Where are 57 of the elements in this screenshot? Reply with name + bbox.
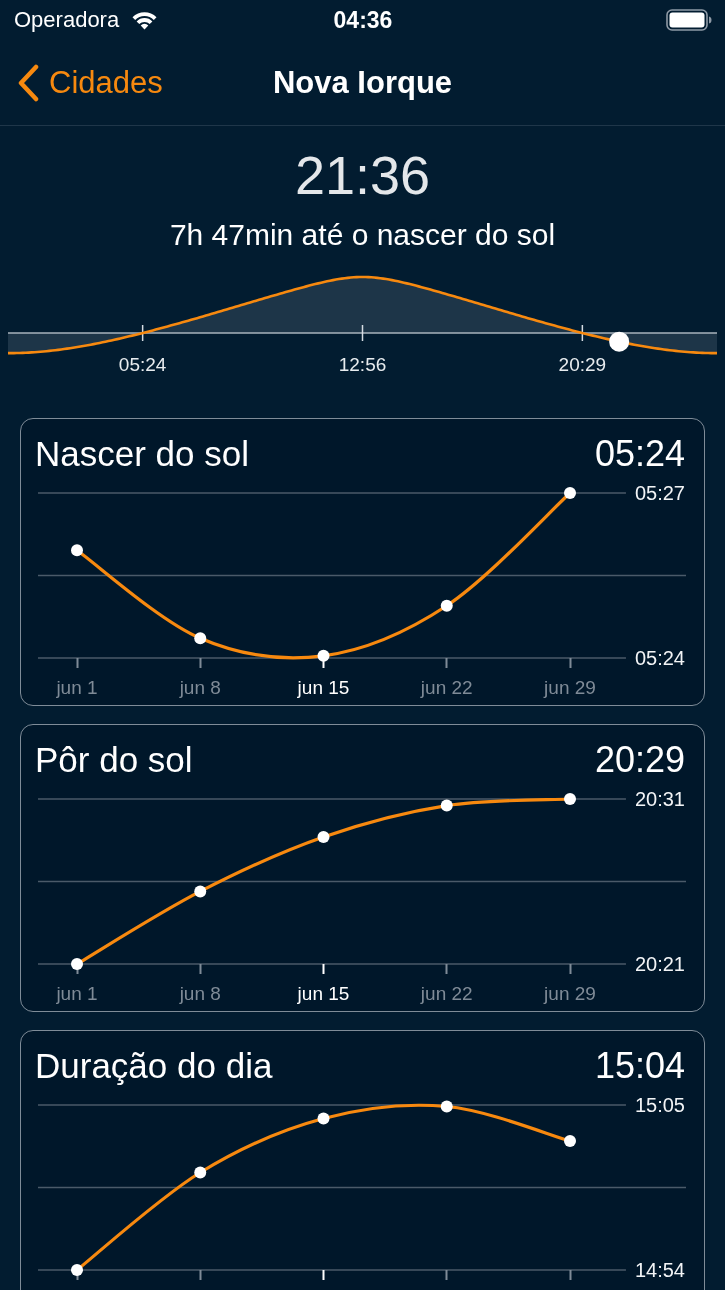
data-point (193, 884, 206, 897)
x-tick-mark (569, 657, 571, 668)
y-axis-label: 20:31 (634, 787, 685, 810)
x-tick-mark (199, 963, 201, 974)
time-label: 05:24 (118, 354, 167, 375)
clock-time: 04:36 (333, 6, 393, 34)
time-label: 20:29 (558, 354, 607, 375)
data-point (563, 486, 576, 499)
data-point (563, 792, 576, 805)
card-value: 15:04 (594, 1044, 685, 1088)
y-axis-label: 20:21 (634, 952, 685, 975)
x-tick-mark (199, 657, 201, 668)
data-point (440, 599, 453, 612)
card-title: Pôr do sol (35, 739, 193, 781)
y-axis-label: 05:24 (634, 646, 685, 669)
x-axis-label: jun 22 (420, 676, 473, 697)
data-point (440, 799, 453, 812)
x-axis-label: jun 15 (297, 676, 349, 697)
x-axis-label: jun 8 (179, 676, 221, 697)
x-tick-mark (569, 963, 571, 974)
data-point (70, 957, 83, 970)
x-axis-label: jun 1 (55, 982, 98, 1003)
back-button[interactable]: Cidades (16, 63, 163, 102)
x-axis-label: jun 22 (420, 982, 473, 1003)
y-axis-label: 05:27 (634, 481, 685, 504)
x-axis-label: jun 8 (179, 982, 221, 1003)
data-point (317, 1112, 329, 1124)
data-point (563, 1134, 576, 1147)
data-point (317, 649, 329, 662)
carrier-name: Operadora (14, 7, 120, 33)
x-axis-label: jun 29 (543, 982, 596, 1003)
chevron-left-icon (16, 63, 40, 102)
wifi-icon (131, 10, 159, 30)
countdown-text: 7h 47min até o nascer do sol (169, 217, 556, 253)
page-title: Nova Iorque (272, 64, 453, 101)
time-label: 12:56 (338, 354, 387, 375)
x-axis-label: jun 29 (543, 676, 596, 697)
y-axis-label: 15:05 (634, 1093, 685, 1116)
x-tick-mark (76, 657, 78, 668)
x-axis-label: jun 1 (55, 676, 98, 697)
data-point (70, 1263, 83, 1276)
y-axis-label: 14:54 (634, 1258, 685, 1281)
data-point (440, 1100, 453, 1112)
data-point (70, 543, 83, 556)
card-value: 20:29 (594, 738, 685, 782)
x-tick-mark (445, 657, 447, 668)
card-title: Nascer do sol (35, 433, 249, 475)
current-time: 21:36 (294, 145, 431, 205)
x-axis-label: jun 15 (297, 982, 349, 1003)
x-tick-mark (322, 963, 324, 974)
data-point (193, 631, 206, 644)
card-value: 05:24 (594, 432, 685, 476)
data-point (193, 1166, 206, 1178)
data-point (317, 830, 329, 843)
battery-icon (666, 9, 712, 31)
x-tick-mark (445, 963, 447, 974)
card-title: Duração do dia (35, 1045, 273, 1087)
